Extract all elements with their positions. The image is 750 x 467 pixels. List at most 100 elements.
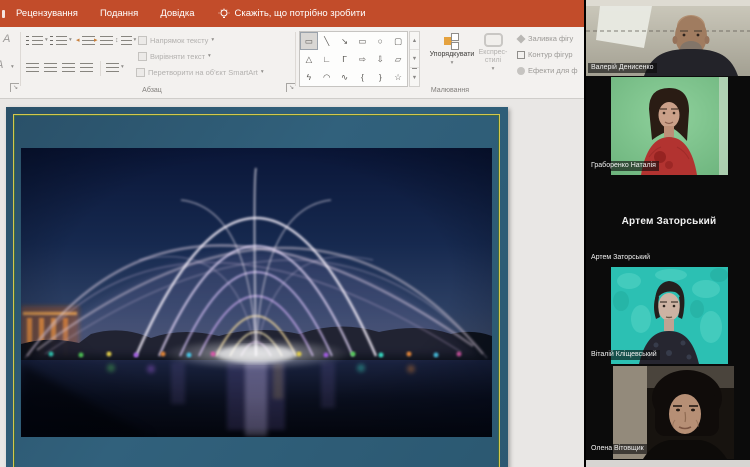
lightbulb-icon — [218, 8, 230, 20]
shape-right-arrow-icon[interactable]: ⇨ — [354, 50, 372, 68]
shape-outline-icon — [517, 51, 525, 59]
tab-help[interactable]: Довідка — [149, 0, 205, 27]
arrange-button[interactable]: Упорядкувати ▾ — [424, 33, 480, 67]
fountain-image — [21, 148, 492, 437]
video-tile-natalia[interactable]: Граборенко Наталія — [586, 77, 750, 175]
shape-right-brace-icon[interactable]: } — [371, 68, 389, 86]
slide-workspace[interactable] — [0, 100, 584, 467]
participant-name-label: Артем Заторський — [588, 253, 653, 263]
camera-off-name: Артем Заторський — [586, 177, 750, 265]
quick-styles-button[interactable]: Експрес-стилі ▾ — [473, 33, 513, 73]
gallery-scroll-up[interactable]: ▲ — [410, 32, 419, 50]
shape-oval-icon[interactable]: ○ — [371, 32, 389, 50]
shape-effects-button[interactable]: Ефекти для ф — [517, 66, 578, 75]
align-left-icon — [26, 63, 39, 72]
participant-name-label: Граборенко Наталія — [588, 161, 659, 171]
participant-name-label: Валерій Денисенко — [588, 63, 657, 73]
video-tile-valerii[interactable]: Валерій Денисенко — [586, 0, 750, 76]
align-right-button[interactable] — [62, 63, 75, 72]
text-direction-icon — [138, 36, 147, 45]
meeting-window-edge — [586, 460, 750, 467]
shape-elbow-arrow-icon[interactable]: Г — [336, 50, 354, 68]
columns-icon — [106, 63, 119, 72]
font-dialog-launcher[interactable]: ↘ — [10, 83, 19, 92]
tell-me-label: Скажіть, що потрібно зробити — [235, 8, 366, 19]
convert-to-smartart-button[interactable]: Перетворити на об'єкт SmartArt ▾ — [136, 68, 264, 77]
tell-me-box[interactable]: Скажіть, що потрібно зробити — [218, 8, 366, 20]
align-center-button[interactable] — [44, 63, 57, 72]
tab-review[interactable]: Рецензування — [5, 0, 89, 27]
video-call-panel: Валерій Денисенко — [584, 0, 750, 467]
shape-corner-icon[interactable]: ▱ — [389, 50, 407, 68]
video-tile-olena[interactable]: Олена Вітовщик — [586, 366, 750, 459]
dropdown-caret-icon: ▾ — [492, 67, 495, 73]
shape-outline-button[interactable]: Контур фігур — [517, 50, 573, 59]
dropdown-caret-icon: ▾ — [208, 54, 211, 60]
numbering-button[interactable]: ▾ — [50, 36, 72, 45]
powerpoint-window: Рецензування Подання Довідка Скажіть, що… — [0, 0, 584, 467]
dropdown-caret-icon: ▾ — [11, 65, 14, 71]
arrange-icon — [444, 33, 461, 49]
shape-freeform-icon[interactable]: ϟ — [300, 68, 318, 86]
shape-line-icon[interactable]: ╲ — [318, 32, 336, 50]
dropdown-caret-icon: ▾ — [134, 38, 137, 44]
gallery-more-button[interactable]: ▼ — [412, 68, 417, 86]
fountain-photo[interactable] — [21, 148, 492, 437]
columns-button[interactable]: ▾ — [106, 63, 124, 72]
shape-elbow-connector-icon[interactable]: ∟ — [318, 50, 336, 68]
ribbon-tab-bar: Рецензування Подання Довідка Скажіть, що… — [0, 0, 584, 27]
line-spacing-button[interactable]: ↕ ▾ — [115, 36, 136, 45]
clear-formatting-icon[interactable]: A — [3, 33, 10, 45]
video-tile-vitalii[interactable]: Віталій Кліщевський — [586, 267, 750, 364]
justify-icon — [80, 63, 93, 72]
paragraph-dialog-launcher[interactable]: ↘ — [286, 83, 295, 92]
slide-canvas[interactable] — [6, 107, 508, 467]
dropdown-caret-icon: ▾ — [261, 70, 264, 76]
shape-star-icon[interactable]: ☆ — [389, 68, 407, 86]
dropdown-caret-icon: ▾ — [121, 65, 124, 71]
smartart-icon — [136, 68, 145, 77]
drawing-group-label: Малювання — [400, 87, 500, 94]
shape-rounded-rectangle-icon[interactable]: ▢ — [389, 32, 407, 50]
participant-name-label: Олена Вітовщик — [588, 444, 647, 454]
dropdown-caret-icon: ▾ — [211, 38, 214, 44]
decrease-indent-button[interactable]: ◂ — [76, 36, 95, 45]
dropdown-caret-icon: ▾ — [45, 38, 48, 44]
justify-button[interactable] — [80, 63, 93, 72]
shape-effects-icon — [517, 67, 525, 75]
shape-select-icon[interactable]: ▭ — [300, 32, 318, 50]
shape-arrow-line-icon[interactable]: ↘ — [336, 32, 354, 50]
shapes-gallery: ▭ ╲ ↘ ▭ ○ ▢ △ ∟ Г ⇨ ⇩ ▱ ϟ ◠ ∿ { } ☆ — [299, 31, 408, 87]
gallery-scrollbar: ▲ ▼ ▼ — [409, 31, 420, 87]
dropdown-caret-icon: ▾ — [451, 61, 454, 67]
dropdown-caret-icon: ▾ — [69, 38, 72, 44]
bullets-icon — [26, 36, 29, 45]
shape-curve-icon[interactable]: ∿ — [336, 68, 354, 86]
decrease-indent-icon: ◂ — [76, 37, 80, 44]
align-right-icon — [62, 63, 75, 72]
shape-arc-icon[interactable]: ◠ — [318, 68, 336, 86]
bullets-button[interactable]: ▾ — [26, 36, 48, 45]
gallery-scroll-down[interactable]: ▼ — [410, 50, 419, 68]
video-tile-artem[interactable]: Артем Заторський Артем Заторський — [586, 177, 750, 265]
shape-rectangle-icon[interactable]: ▭ — [354, 32, 372, 50]
align-center-icon — [44, 63, 57, 72]
tab-view[interactable]: Подання — [89, 0, 149, 27]
shape-down-arrow-icon[interactable]: ⇩ — [371, 50, 389, 68]
ribbon: A A ▾ ↘ ▾ ▾ ◂ ▸ — [0, 27, 584, 99]
align-text-button[interactable]: Вирівняти текст ▾ — [138, 52, 211, 61]
shape-left-brace-icon[interactable]: { — [354, 68, 372, 86]
increase-indent-icon: ▸ — [94, 37, 98, 44]
align-text-icon — [138, 52, 147, 61]
font-color-icon[interactable]: A — [0, 59, 3, 71]
text-direction-button[interactable]: Напрямок тексту ▾ — [138, 36, 214, 45]
increase-indent-button[interactable]: ▸ — [94, 36, 113, 45]
quick-styles-icon — [484, 33, 503, 47]
screen: Рецензування Подання Довідка Скажіть, що… — [0, 0, 750, 467]
shape-fill-icon — [516, 34, 525, 43]
shape-fill-button[interactable]: Заливка фігу — [517, 34, 573, 43]
shape-triangle-icon[interactable]: △ — [300, 50, 318, 68]
align-left-button[interactable] — [26, 63, 39, 72]
line-spacing-icon: ↕ — [115, 37, 119, 44]
participant-name-label: Віталій Кліщевський — [588, 350, 660, 360]
